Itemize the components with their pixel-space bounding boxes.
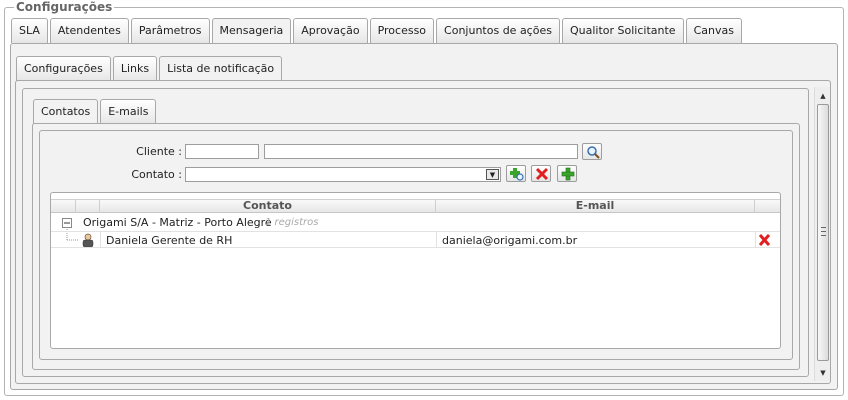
group-count: 1 registros [265,217,319,228]
header-expand-col [51,200,76,213]
tab-e-mails[interactable]: E-mails [100,99,157,124]
group-name: Origami S/A - Matriz - Porto Alegre [83,216,272,229]
cliente-label: Cliente : [136,145,182,158]
header-email[interactable]: E-mail [436,200,755,213]
group-row[interactable]: Origami S/A - Matriz - Porto Alegre 1 re… [51,214,780,231]
add-button[interactable] [557,165,577,182]
sub-tab-bar: Configurações Links Lista de notificação [16,56,284,82]
remove-button[interactable] [531,165,551,182]
tab-links[interactable]: Links [112,56,158,81]
tab-sla[interactable]: SLA [11,18,48,43]
tab-configuracoes[interactable]: Configurações [16,56,111,81]
header-action-col [755,200,780,213]
header-icon-col [76,200,100,213]
header-contato[interactable]: Contato [100,200,436,213]
vertical-scrollbar[interactable]: ▲ ▼ [814,87,830,381]
scroll-thumb[interactable] [817,104,829,361]
add-icon [561,167,575,181]
tab-conjuntos-de-acoes[interactable]: Conjuntos de ações [436,18,560,43]
tab-processo[interactable]: Processo [369,18,435,43]
person-icon [82,233,94,247]
inner-tab-bar: Contatos E-mails [33,99,158,125]
tab-contatos[interactable]: Contatos [33,99,99,125]
scroll-up-icon[interactable]: ▲ [815,89,831,103]
tab-mensageria[interactable]: Mensageria [211,18,292,44]
tab-canvas[interactable]: Canvas [685,18,742,43]
tab-parametros[interactable]: Parâmetros [130,18,210,43]
search-button[interactable] [582,143,602,160]
table-row[interactable]: Daniela Gerente de RH daniela@origami.co… [51,231,780,248]
tab-aprovacao[interactable]: Aprovação [293,18,368,43]
row-contato: Daniela Gerente de RH [106,234,233,247]
tab-atendentes[interactable]: Atendentes [49,18,129,43]
tab-lista-de-notificacao[interactable]: Lista de notificação [159,56,283,82]
scroll-down-icon[interactable]: ▼ [815,366,831,380]
search-icon [587,146,600,159]
remove-icon [535,167,549,181]
cliente-code-input[interactable] [185,144,259,159]
grip-icon [821,227,826,236]
delete-row-icon[interactable] [758,234,771,246]
fieldset-legend: Configurações [14,0,115,14]
chevron-down-icon[interactable]: ▼ [486,169,499,180]
add-contact-icon [510,168,524,181]
contacts-grid: Contato E-mail Origami S/A - Matriz - Po… [50,192,781,349]
main-tab-bar: SLA Atendentes Parâmetros Mensageria Apr… [11,18,744,44]
cliente-name-input[interactable] [264,144,578,159]
grid-header: Contato E-mail [51,199,780,213]
row-email: daniela@origami.com.br [442,234,578,247]
add-contact-button[interactable] [506,165,526,182]
contato-select[interactable]: ▼ [185,167,501,182]
tab-qualitor-solicitante[interactable]: Qualitor Solicitante [561,18,684,43]
contato-label: Contato : [131,168,182,181]
